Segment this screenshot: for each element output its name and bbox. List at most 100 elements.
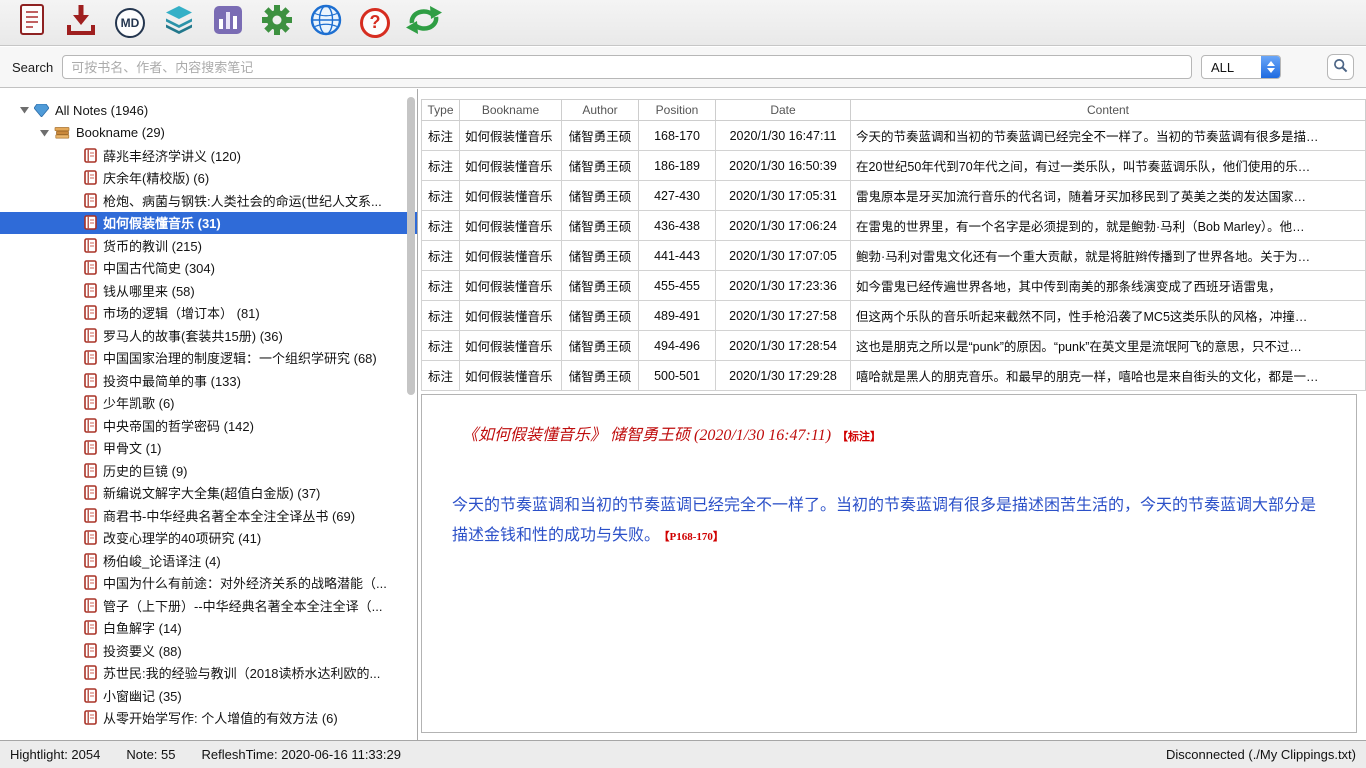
cell-bookname: 如何假装懂音乐 bbox=[460, 151, 562, 181]
cell-bookname: 如何假装懂音乐 bbox=[460, 211, 562, 241]
book-label: 苏世民:我的经验与教训（2018读桥水达利欧的... bbox=[103, 663, 380, 682]
book-label: 管子（上下册）--中华经典名著全本全注全译（... bbox=[103, 596, 383, 615]
cell-author: 储智勇王硕 bbox=[562, 301, 639, 331]
book-icon bbox=[84, 508, 97, 523]
sidebar-book-item[interactable]: 货币的教训 (215) bbox=[0, 234, 417, 257]
sidebar-book-item[interactable]: 中央帝国的哲学密码 (142) bbox=[0, 414, 417, 437]
sidebar-book-item[interactable]: 甲骨文 (1) bbox=[0, 437, 417, 460]
sidebar-item-all-notes[interactable]: All Notes (1946) bbox=[0, 99, 417, 122]
sidebar-book-item[interactable]: 如何假装懂音乐 (31) bbox=[0, 212, 417, 235]
toolbar-button-refresh[interactable] bbox=[406, 4, 442, 42]
sidebar-book-item[interactable]: 中国为什么有前途：对外经济关系的战略潜能（... bbox=[0, 572, 417, 595]
book-label: 中国古代简史 (304) bbox=[103, 258, 215, 277]
disclosure-triangle-icon[interactable] bbox=[18, 106, 30, 114]
note-row[interactable]: 标注如何假装懂音乐储智勇王硕427-4302020/1/30 17:05:31雷… bbox=[422, 181, 1366, 211]
filter-dropdown[interactable]: ALL bbox=[1201, 55, 1281, 79]
sidebar-book-item[interactable]: 罗马人的故事(套装共15册) (36) bbox=[0, 324, 417, 347]
book-label: 中央帝国的哲学密码 (142) bbox=[103, 416, 254, 435]
detail-title-text: 《如何假装懂音乐》 储智勇王硕 (2020/1/30 16:47:11) bbox=[462, 427, 831, 444]
cell-author: 储智勇王硕 bbox=[562, 241, 639, 271]
sidebar-book-item[interactable]: 管子（上下册）--中华经典名著全本全注全译（... bbox=[0, 594, 417, 617]
notes-table: TypeBooknameAuthorPositionDateContent 标注… bbox=[421, 99, 1366, 391]
detail-title: 《如何假装懂音乐》 储智勇王硕 (2020/1/30 16:47:11)【标注】 bbox=[452, 421, 1326, 445]
sidebar-book-item[interactable]: 杨伯峻_论语译注 (4) bbox=[0, 549, 417, 572]
detail-panel: 《如何假装懂音乐》 储智勇王硕 (2020/1/30 16:47:11)【标注】… bbox=[421, 394, 1357, 733]
book-icon bbox=[84, 688, 97, 703]
sidebar-book-item[interactable]: 市场的逻辑（增订本） (81) bbox=[0, 302, 417, 325]
book-icon bbox=[84, 530, 97, 545]
sidebar-book-item[interactable]: 小窗幽记 (35) bbox=[0, 684, 417, 707]
column-header-type[interactable]: Type bbox=[422, 100, 460, 121]
sidebar-book-item[interactable]: 新编说文解字大全集(超值白金版) (37) bbox=[0, 482, 417, 505]
column-header-date[interactable]: Date bbox=[716, 100, 851, 121]
toolbar-button-notes[interactable] bbox=[14, 4, 50, 42]
book-icon bbox=[84, 643, 97, 658]
note-row[interactable]: 标注如何假装懂音乐储智勇王硕168-1702020/1/30 16:47:11今… bbox=[422, 121, 1366, 151]
sidebar-book-item[interactable]: 中国国家治理的制度逻辑：一个组织学研究 (68) bbox=[0, 347, 417, 370]
toolbar-button-markdown[interactable]: MD bbox=[112, 4, 148, 42]
column-header-position[interactable]: Position bbox=[639, 100, 716, 121]
cell-position: 168-170 bbox=[639, 121, 716, 151]
sidebar-book-item[interactable]: 中国古代简史 (304) bbox=[0, 257, 417, 280]
sidebar-book-item[interactable]: 投资要义 (88) bbox=[0, 639, 417, 662]
disclosure-triangle-icon[interactable] bbox=[38, 129, 50, 137]
note-row[interactable]: 标注如何假装懂音乐储智勇王硕436-4382020/1/30 17:06:24在… bbox=[422, 211, 1366, 241]
sidebar-item-bookname[interactable]: Bookname (29) bbox=[0, 122, 417, 145]
cell-position: 494-496 bbox=[639, 331, 716, 361]
column-header-content[interactable]: Content bbox=[851, 100, 1366, 121]
column-header-author[interactable]: Author bbox=[562, 100, 639, 121]
toolbar-button-help[interactable]: ? bbox=[357, 4, 393, 42]
sidebar-book-item[interactable]: 商君书-中华经典名著全本全注全译丛书 (69) bbox=[0, 504, 417, 527]
cell-content: 在20世纪50年代到70年代之间，有过一类乐队，叫节奏蓝调乐队，他们使用的乐… bbox=[851, 151, 1366, 181]
note-row[interactable]: 标注如何假装懂音乐储智勇王硕441-4432020/1/30 17:07:05鲍… bbox=[422, 241, 1366, 271]
toolbar-button-layers[interactable] bbox=[161, 4, 197, 42]
sidebar-book-item[interactable]: 枪炮、病菌与钢铁:人类社会的命运(世纪人文系... bbox=[0, 189, 417, 212]
sidebar-book-item[interactable]: 庆余年(精校版) (6) bbox=[0, 167, 417, 190]
cell-bookname: 如何假装懂音乐 bbox=[460, 271, 562, 301]
book-icon bbox=[84, 215, 97, 230]
note-row[interactable]: 标注如何假装懂音乐储智勇王硕455-4552020/1/30 17:23:36如… bbox=[422, 271, 1366, 301]
note-row[interactable]: 标注如何假装懂音乐储智勇王硕500-5012020/1/30 17:29:28嘻… bbox=[422, 361, 1366, 391]
toolbar-button-download[interactable] bbox=[63, 4, 99, 42]
sidebar-scrollbar[interactable] bbox=[407, 97, 415, 395]
sidebar-book-item[interactable]: 薛兆丰经济学讲义 (120) bbox=[0, 144, 417, 167]
book-icon bbox=[84, 598, 97, 613]
column-header-bookname[interactable]: Bookname bbox=[460, 100, 562, 121]
note-row[interactable]: 标注如何假装懂音乐储智勇王硕489-4912020/1/30 17:27:58但… bbox=[422, 301, 1366, 331]
book-icon bbox=[84, 305, 97, 320]
sidebar-book-item[interactable]: 苏世民:我的经验与教训（2018读桥水达利欧的... bbox=[0, 662, 417, 685]
toolbar-button-stats[interactable] bbox=[210, 4, 246, 42]
refresh-icon bbox=[406, 4, 442, 41]
book-icon bbox=[84, 620, 97, 635]
cell-content: 这也是朋克之所以是“punk”的原因。“punk”在英文里是流氓阿飞的意思，只不… bbox=[851, 331, 1366, 361]
sidebar-book-item[interactable]: 投资中最简单的事 (133) bbox=[0, 369, 417, 392]
status-note-count: Note: 55 bbox=[126, 747, 175, 762]
sidebar-book-item[interactable]: 从零开始学写作: 个人增值的有效方法 (6) bbox=[0, 707, 417, 730]
book-label: 罗马人的故事(套装共15册) (36) bbox=[103, 326, 283, 345]
book-list: 薛兆丰经济学讲义 (120)庆余年(精校版) (6)枪炮、病菌与钢铁:人类社会的… bbox=[0, 144, 417, 729]
dropdown-stepper-icon bbox=[1261, 56, 1280, 78]
toolbar-button-settings[interactable] bbox=[259, 4, 295, 42]
sidebar-book-item[interactable]: 历史的巨镜 (9) bbox=[0, 459, 417, 482]
book-icon bbox=[84, 148, 97, 163]
sidebar-book-item[interactable]: 少年凯歌 (6) bbox=[0, 392, 417, 415]
download-icon bbox=[65, 3, 97, 42]
toolbar-button-web[interactable] bbox=[308, 4, 344, 42]
cell-position: 500-501 bbox=[639, 361, 716, 391]
filter-value: ALL bbox=[1211, 60, 1234, 75]
cell-bookname: 如何假装懂音乐 bbox=[460, 241, 562, 271]
main-panel: TypeBooknameAuthorPositionDateContent 标注… bbox=[418, 89, 1366, 740]
sidebar-book-item[interactable]: 钱从哪里来 (58) bbox=[0, 279, 417, 302]
note-row[interactable]: 标注如何假装懂音乐储智勇王硕186-1892020/1/30 16:50:39在… bbox=[422, 151, 1366, 181]
note-row[interactable]: 标注如何假装懂音乐储智勇王硕494-4962020/1/30 17:28:54这… bbox=[422, 331, 1366, 361]
globe-icon bbox=[309, 3, 343, 42]
help-icon: ? bbox=[360, 8, 390, 38]
cell-author: 储智勇王硕 bbox=[562, 151, 639, 181]
sidebar-book-item[interactable]: 白鱼解字 (14) bbox=[0, 617, 417, 640]
search-button[interactable] bbox=[1327, 54, 1354, 80]
sidebar-book-item[interactable]: 改变心理学的40项研究 (41) bbox=[0, 527, 417, 550]
search-input[interactable] bbox=[62, 55, 1192, 79]
book-label: 钱从哪里来 (58) bbox=[103, 281, 195, 300]
cell-type: 标注 bbox=[422, 241, 460, 271]
book-label: 中国国家治理的制度逻辑：一个组织学研究 (68) bbox=[103, 348, 377, 367]
